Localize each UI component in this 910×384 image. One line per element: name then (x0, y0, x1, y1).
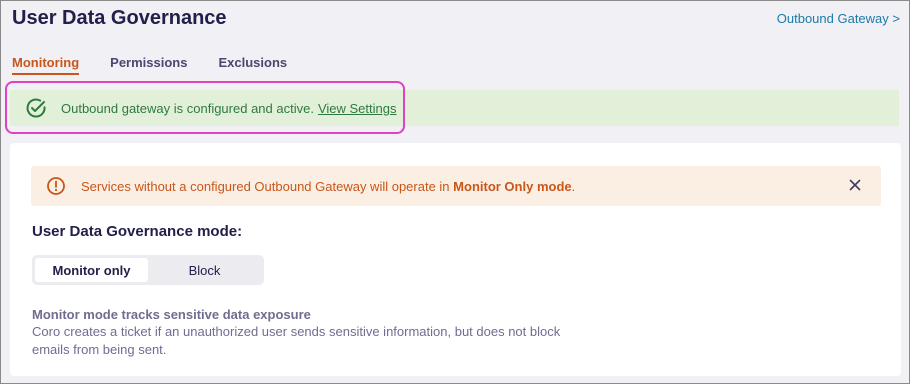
warning-text: Services without a configured Outbound G… (81, 178, 576, 194)
view-settings-link[interactable]: View Settings (318, 101, 397, 116)
tab-exclusions[interactable]: Exclusions (218, 54, 287, 75)
mode-heading: User Data Governance mode: (32, 223, 243, 240)
monitor-only-option[interactable]: Monitor only (35, 258, 148, 282)
gateway-status-banner: Outbound gateway is configured and activ… (10, 90, 899, 126)
page-title: User Data Governance (12, 7, 227, 29)
block-option[interactable]: Block (148, 258, 261, 282)
mode-toggle: Monitor only Block (32, 255, 264, 285)
check-circle-icon (25, 97, 47, 119)
mode-description-body: Coro creates a ticket if an unauthorized… (32, 324, 561, 357)
mode-description-title: Monitor mode tracks sensitive data expos… (32, 307, 311, 322)
close-icon[interactable] (847, 177, 863, 193)
monitor-only-warning-banner: Services without a configured Outbound G… (31, 166, 881, 206)
outbound-gateway-link[interactable]: Outbound Gateway > (777, 11, 900, 26)
mode-card: Services without a configured Outbound G… (10, 143, 901, 376)
gateway-status-text: Outbound gateway is configured and activ… (61, 100, 314, 116)
tab-bar: Monitoring Permissions Exclusions (12, 54, 318, 75)
exclamation-circle-icon (46, 176, 66, 196)
tab-permissions[interactable]: Permissions (110, 54, 187, 75)
tab-monitoring[interactable]: Monitoring (12, 54, 80, 75)
